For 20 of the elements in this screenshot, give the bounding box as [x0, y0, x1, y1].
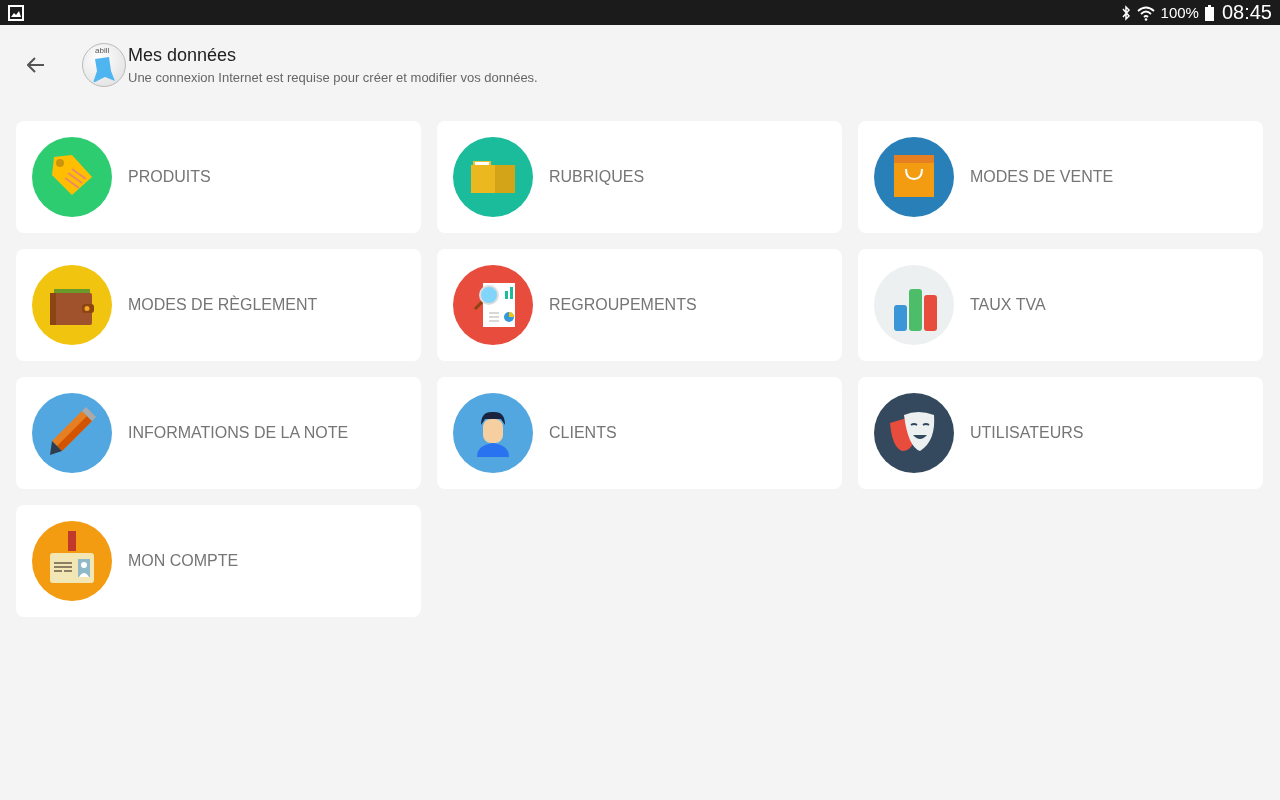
gallery-icon: [8, 4, 24, 21]
clock: 08:45: [1221, 1, 1272, 24]
battery-percent: 100%: [1160, 4, 1199, 21]
logo-text: abill: [95, 47, 110, 55]
menu-tile[interactable]: MON COMPTE: [16, 505, 421, 617]
wifi-icon: [1136, 4, 1155, 21]
figure-icon: [92, 56, 116, 82]
menu-tile[interactable]: MODES DE RÈGLEMENT: [16, 249, 421, 361]
menu-tile[interactable]: MODES DE VENTE: [858, 121, 1263, 233]
menu-tile[interactable]: REGROUPEMENTS: [437, 249, 842, 361]
menu-tile[interactable]: PRODUITS: [16, 121, 421, 233]
menu-tile[interactable]: RUBRIQUES: [437, 121, 842, 233]
menu-tile[interactable]: CLIENTS: [437, 377, 842, 489]
page-title: Mes données: [128, 45, 238, 66]
bluetooth-icon: [1120, 4, 1131, 21]
menu-tile[interactable]: INFORMATIONS DE LA NOTE: [16, 377, 421, 489]
page-subtitle: Une connexion Internet est requise pour créer et modifier vos données.: [128, 70, 538, 85]
battery-icon: [1204, 4, 1214, 21]
menu-tile[interactable]: UTILISATEURS: [858, 377, 1263, 489]
menu-tile[interactable]: TAUX TVA: [858, 249, 1263, 361]
